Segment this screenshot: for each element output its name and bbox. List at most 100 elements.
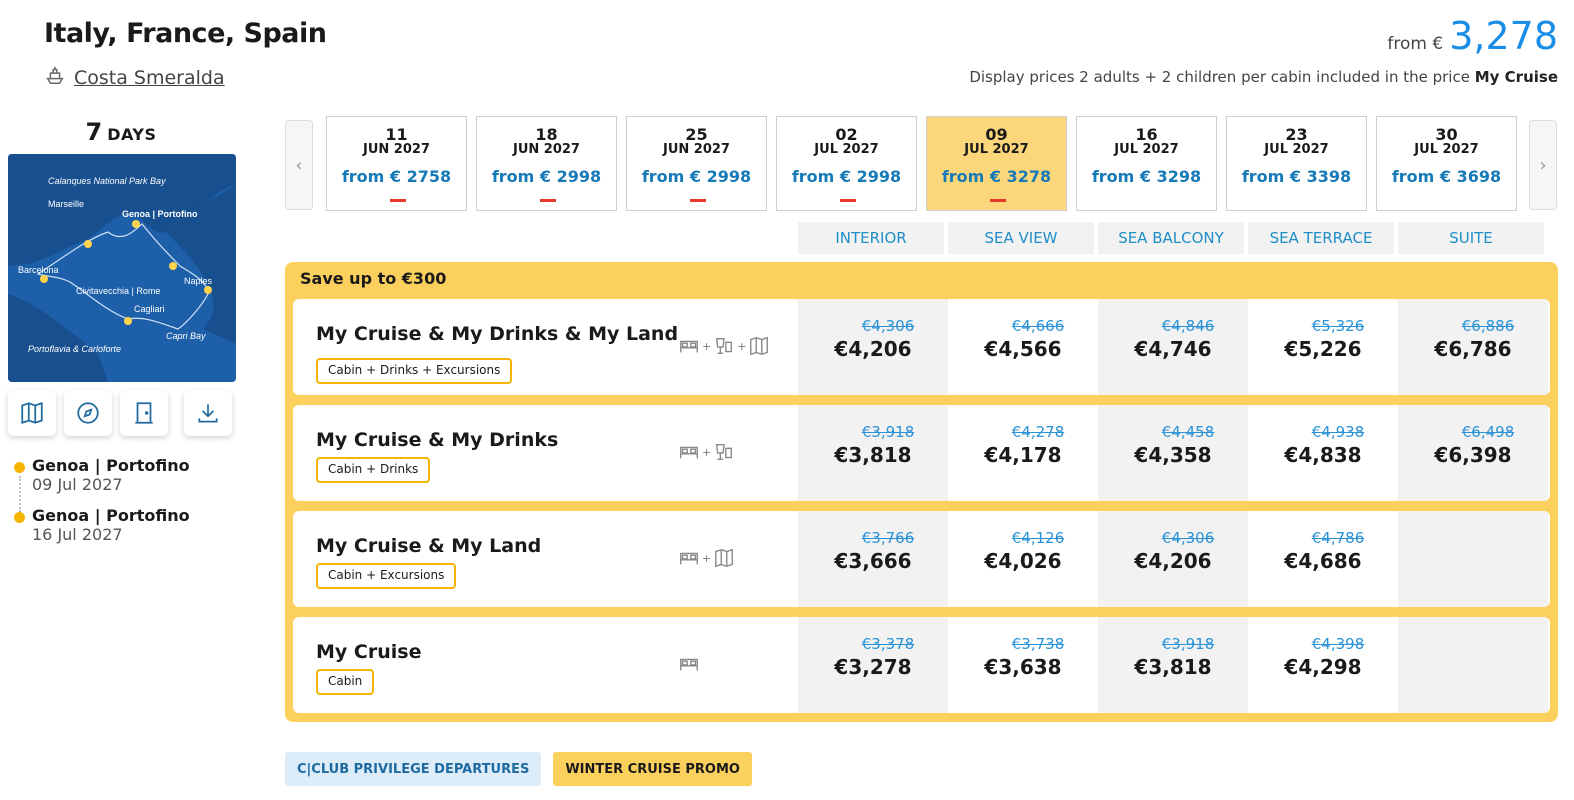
chevron-left-icon: ‹	[295, 154, 303, 176]
price-cell[interactable]: €6,498 €6,398	[1398, 405, 1548, 501]
map-icon	[21, 402, 43, 424]
drinks-icon	[716, 443, 733, 461]
date-month: JUL 2027	[1264, 142, 1329, 157]
package-icons: +	[678, 547, 735, 569]
price-cells: €4,306 €4,206 €4,666 €4,566 €4,846 €4,746 €…	[798, 299, 1548, 395]
route-map[interactable]: Calanques National Park Bay Marseille Ge…	[8, 154, 236, 382]
price-cell[interactable]: €4,786 €4,686	[1248, 511, 1398, 607]
category-sea-balcony: SEA BALCONY	[1098, 222, 1244, 254]
bed-icon	[680, 340, 698, 353]
price-cell[interactable]: €3,738 €3,638	[948, 617, 1098, 713]
price-cell[interactable]: €4,306 €4,206	[798, 299, 948, 395]
stop-dot	[14, 462, 25, 473]
download-button[interactable]	[184, 390, 232, 436]
current-price: €4,838	[1284, 443, 1362, 467]
compass-button[interactable]	[64, 390, 112, 436]
date-price: from € 3398	[1241, 167, 1352, 186]
map-label: Barcelona	[18, 265, 59, 275]
price-cell[interactable]: €3,378 €3,278	[798, 617, 948, 713]
current-price: €6,786	[1434, 337, 1512, 361]
map-view-button[interactable]	[8, 390, 56, 436]
price-cell[interactable]: €4,306 €4,206	[1098, 511, 1248, 607]
old-price: €3,738	[1011, 635, 1065, 653]
old-price: €3,378	[861, 635, 915, 653]
winter-promo-badge[interactable]: WINTER CRUISE PROMO	[553, 752, 752, 786]
prev-dates-button[interactable]: ‹	[285, 120, 313, 210]
club-privilege-badge[interactable]: C|CLUB PRIVILEGE DEPARTURES	[285, 752, 542, 786]
old-price: €4,306	[861, 317, 915, 335]
price-cell[interactable]: €4,278 €4,178	[948, 405, 1098, 501]
old-price: €6,498	[1461, 423, 1515, 441]
price-cell[interactable]: €4,126 €4,026	[948, 511, 1098, 607]
price-cell[interactable]: €5,326 €5,226	[1248, 299, 1398, 395]
price-cell[interactable]: €4,666 €4,566	[948, 299, 1098, 395]
date-card[interactable]: 18 JUN 2027 from € 2998	[476, 116, 617, 211]
offer-panel: Save up to €300 My Cruise & My Drinks & …	[285, 262, 1558, 722]
drinks-icon	[716, 337, 733, 355]
starting-price: from € 3,278	[1387, 14, 1558, 58]
price-cell[interactable]: €3,918 €3,818	[798, 405, 948, 501]
date-card[interactable]: 30 JUL 2027 from € 3698	[1376, 116, 1517, 211]
map-label: Capri Bay	[166, 331, 206, 341]
date-carousel: 11 JUN 2027 from € 2758 18 JUN 2027 from…	[326, 116, 1517, 211]
current-price: €3,666	[834, 549, 912, 573]
date-price: from € 2998	[791, 167, 902, 186]
old-price: €3,766	[861, 529, 915, 547]
ship-name[interactable]: Costa Smeralda	[74, 67, 225, 89]
old-price: €6,886	[1461, 317, 1515, 335]
ship-icon	[44, 64, 66, 91]
stop-port: Genoa | Portofino	[32, 456, 190, 475]
package-name: My Cruise & My Drinks & My Land	[316, 323, 679, 345]
ship-link[interactable]: Costa Smeralda	[44, 64, 225, 91]
package-tag: Cabin	[316, 669, 375, 695]
date-card[interactable]: 11 JUN 2027 from € 2758	[326, 116, 467, 211]
offer-savings: Save up to €300	[300, 269, 447, 288]
price-cell[interactable]: €3,766 €3,666	[798, 511, 948, 607]
price-cell[interactable]: €4,846 €4,746	[1098, 299, 1248, 395]
stop-port: Genoa | Portofino	[32, 506, 190, 525]
promo-badges: C|CLUB PRIVILEGE DEPARTURES WINTER CRUIS…	[285, 752, 752, 786]
date-month: JUL 2027	[1414, 142, 1479, 157]
package-tag: Cabin + Excursions	[316, 563, 457, 589]
price-cell[interactable]: €6,886 €6,786	[1398, 299, 1548, 395]
availability-indicator	[390, 199, 406, 202]
date-price: from € 3298	[1091, 167, 1202, 186]
old-price: €5,326	[1311, 317, 1365, 335]
price-note: Display prices 2 adults + 2 children per…	[969, 68, 1558, 86]
date-card[interactable]: 16 JUL 2027 from € 3298	[1076, 116, 1217, 211]
current-price: €4,206	[834, 337, 912, 361]
availability-indicator	[990, 199, 1006, 202]
price-note-text: Display prices 2 adults + 2 children per…	[969, 68, 1470, 86]
price-cell[interactable]: €3,918 €3,818	[1098, 617, 1248, 713]
price-note-package: My Cruise	[1474, 68, 1558, 86]
category-sea-terrace: SEA TERRACE	[1248, 222, 1394, 254]
next-dates-button[interactable]: ›	[1529, 120, 1557, 210]
date-card[interactable]: 23 JUL 2027 from € 3398	[1226, 116, 1367, 211]
package-name: My Cruise	[316, 641, 422, 663]
map-label: Naples	[184, 276, 213, 286]
date-card-selected[interactable]: 09 JUL 2027 from € 3278	[926, 116, 1067, 211]
availability-indicator	[690, 199, 706, 202]
current-price: €3,818	[834, 443, 912, 467]
map-actions	[8, 390, 232, 436]
current-price: €5,226	[1284, 337, 1362, 361]
date-card[interactable]: 02 JUL 2027 from € 2998	[776, 116, 917, 211]
price-cell[interactable]: €4,398 €4,298	[1248, 617, 1398, 713]
current-price: €6,398	[1434, 443, 1512, 467]
availability-indicator	[840, 199, 856, 202]
bed-icon	[680, 446, 698, 459]
date-card[interactable]: 25 JUN 2027 from € 2998	[626, 116, 767, 211]
price-cell-empty	[1398, 511, 1548, 607]
old-price: €4,786	[1311, 529, 1365, 547]
compass-icon	[77, 402, 99, 424]
price-cell[interactable]: €4,938 €4,838	[1248, 405, 1398, 501]
door-icon	[135, 402, 153, 424]
current-price: €3,278	[834, 655, 912, 679]
date-price: from € 2758	[341, 167, 452, 186]
old-price: €4,306	[1161, 529, 1215, 547]
old-price: €4,278	[1011, 423, 1065, 441]
category-interior: INTERIOR	[798, 222, 944, 254]
deck-plan-button[interactable]	[120, 390, 168, 436]
price-cell[interactable]: €4,458 €4,358	[1098, 405, 1248, 501]
category-sea-view: SEA VIEW	[948, 222, 1094, 254]
